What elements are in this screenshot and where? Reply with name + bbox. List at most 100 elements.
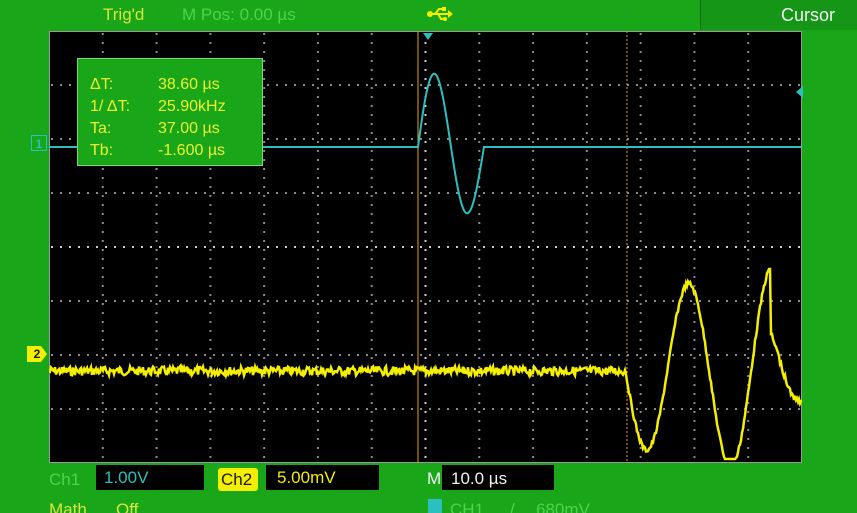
grid-dot xyxy=(402,192,404,194)
grid-dot xyxy=(375,300,377,302)
grid-dot xyxy=(478,456,481,458)
grid-dot xyxy=(564,138,566,140)
grid-dot xyxy=(370,456,373,458)
grid-dot xyxy=(87,354,89,356)
grid-dot xyxy=(585,438,588,440)
grid-dot xyxy=(155,348,158,350)
grid-dot xyxy=(60,192,62,194)
grid-dot xyxy=(585,33,588,35)
grid-dot xyxy=(101,456,104,458)
grid-dot xyxy=(209,294,212,296)
grid-dot xyxy=(639,60,642,62)
grid-dot xyxy=(424,267,427,269)
grid-dot xyxy=(276,138,278,140)
grid-dot xyxy=(96,246,98,248)
grid-dot xyxy=(585,42,588,44)
grid-dot xyxy=(699,354,701,356)
grid-dot xyxy=(690,192,692,194)
grid-dot xyxy=(263,330,266,332)
grid-dot xyxy=(639,78,642,80)
grid-dot xyxy=(209,33,212,35)
grid-dot xyxy=(330,138,332,140)
grid-dot xyxy=(276,408,278,410)
grid-dot xyxy=(639,123,642,125)
grid-dot xyxy=(654,408,656,410)
grid-dot xyxy=(771,408,773,410)
grid-dot xyxy=(573,84,575,86)
grid-dot xyxy=(204,408,206,410)
grid-dot xyxy=(339,354,341,356)
grid-dot xyxy=(155,429,158,431)
grid-dot xyxy=(366,138,368,140)
grid-dot xyxy=(155,204,158,206)
horizontal-position: M Pos: 0.00 µs xyxy=(182,5,296,24)
grid-dot xyxy=(204,192,206,194)
grid-dot xyxy=(424,51,427,53)
grid-dot xyxy=(330,354,332,356)
grid-dot xyxy=(316,420,319,422)
grid-dot xyxy=(370,186,373,188)
grid-dot xyxy=(693,366,696,368)
grid-dot xyxy=(303,408,305,410)
grid-dot xyxy=(150,354,152,356)
grid-dot xyxy=(370,195,373,197)
ch2-ground-marker[interactable]: 2 xyxy=(27,346,47,362)
grid-dot xyxy=(240,192,242,194)
grid-dot xyxy=(424,195,427,197)
grid-dot xyxy=(585,294,588,296)
menu-title[interactable]: Cursor xyxy=(700,0,857,30)
grid-dot xyxy=(209,195,212,197)
grid-dot xyxy=(639,69,642,71)
grid-dot xyxy=(370,348,373,350)
grid-dot xyxy=(681,408,683,410)
grid-dot xyxy=(636,192,638,194)
grid-dot xyxy=(375,408,377,410)
grid-dot xyxy=(316,105,319,107)
grid-dot xyxy=(537,300,539,302)
grid-dot xyxy=(465,246,467,248)
grid-dot xyxy=(492,246,494,248)
grid-dot xyxy=(747,204,750,206)
grid-dot xyxy=(636,408,638,410)
grid-dot xyxy=(114,246,116,248)
grid-dot xyxy=(96,192,98,194)
grid-dot xyxy=(483,84,485,86)
grid-dot xyxy=(798,246,800,248)
grid-dot xyxy=(370,51,373,53)
grid-dot xyxy=(639,285,642,287)
grid-dot xyxy=(69,408,71,410)
ch1-ground-marker[interactable]: 1 xyxy=(31,135,47,151)
grid-dot xyxy=(591,192,593,194)
timebase-sec-per-div[interactable]: 10.0 µs xyxy=(451,469,507,489)
grid-dot xyxy=(672,192,674,194)
grid-dot xyxy=(681,84,683,86)
grid-dot xyxy=(222,354,224,356)
grid-dot xyxy=(672,84,674,86)
grid-dot xyxy=(168,300,170,302)
grid-dot xyxy=(735,84,737,86)
ch1-volts-per-div[interactable]: 1.00V xyxy=(104,468,148,488)
grid-dot xyxy=(744,246,746,248)
grid-dot xyxy=(478,402,481,404)
grid-dot xyxy=(532,357,535,359)
grid-dot xyxy=(101,186,104,188)
grid-dot xyxy=(101,177,104,179)
ch2-volts-per-div[interactable]: 5.00mV xyxy=(277,468,336,488)
grid-dot xyxy=(155,222,158,224)
readout-tb: Tb: -1.600 µs xyxy=(78,142,264,162)
grid-dot xyxy=(209,51,212,53)
grid-dot xyxy=(78,408,80,410)
grid-dot xyxy=(744,300,746,302)
grid-dot xyxy=(370,276,373,278)
grid-dot xyxy=(585,204,588,206)
grid-dot xyxy=(693,132,696,134)
grid-dot xyxy=(78,246,80,248)
grid-dot xyxy=(69,354,71,356)
grid-dot xyxy=(510,300,512,302)
grid-dot xyxy=(681,246,683,248)
ch2-label: Ch2 xyxy=(221,470,253,489)
grid-dot xyxy=(267,138,269,140)
grid-dot xyxy=(429,408,431,410)
grid-dot xyxy=(585,321,588,323)
grid-dot xyxy=(51,300,53,302)
